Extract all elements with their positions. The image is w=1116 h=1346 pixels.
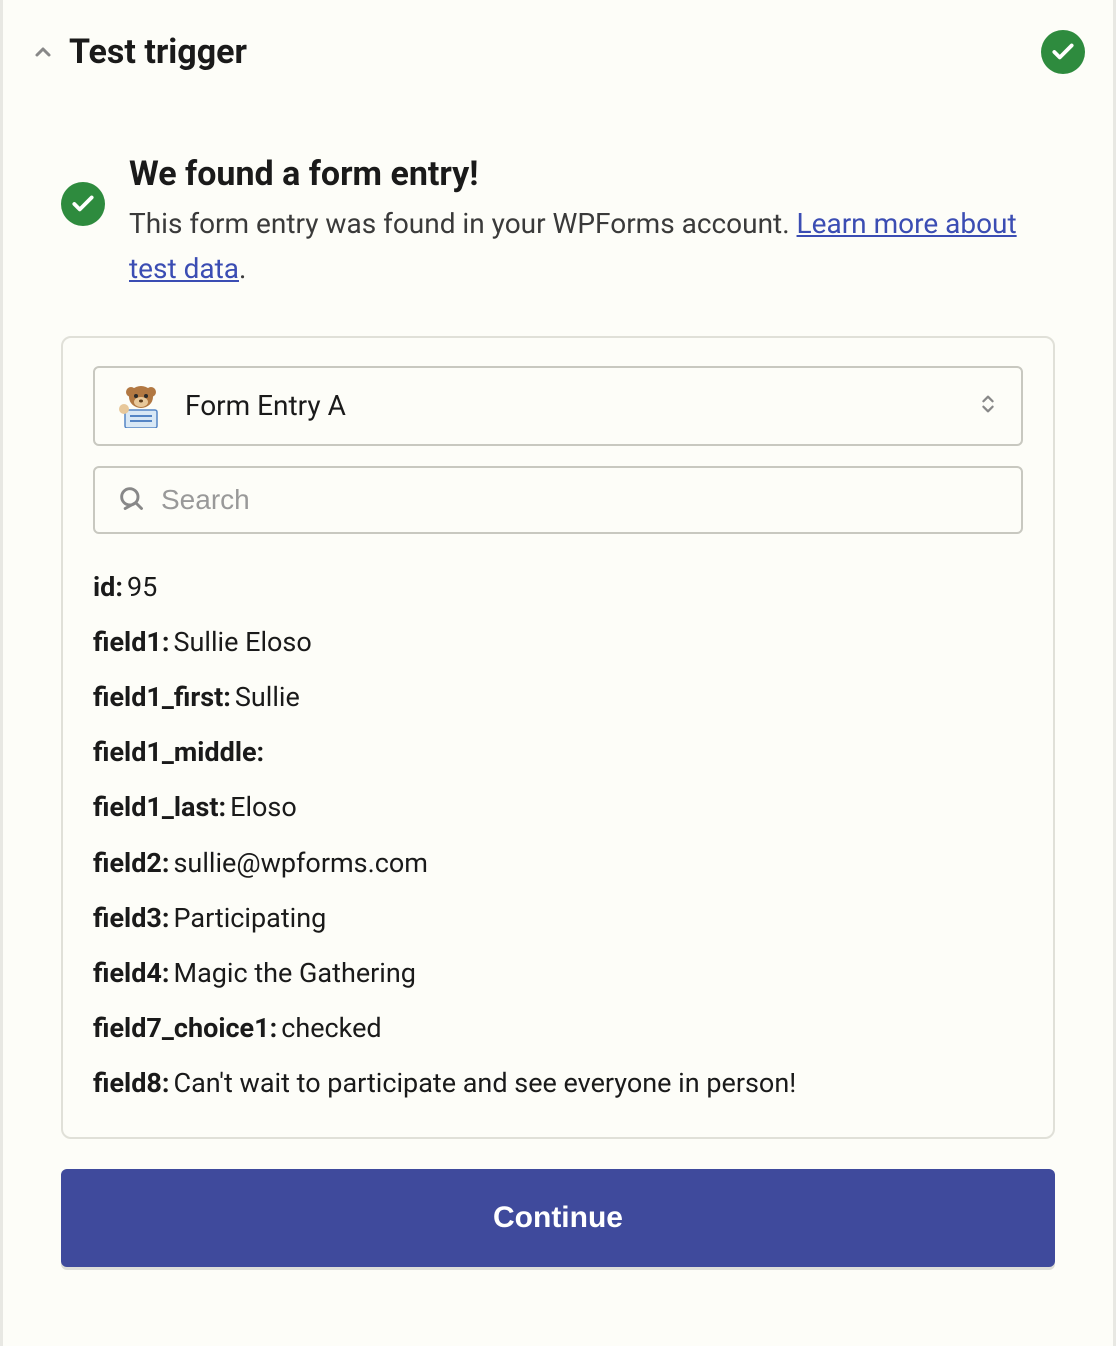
field-row: field8:Can't wait to participate and see… <box>93 1062 1023 1105</box>
chevron-updown-icon <box>977 393 999 419</box>
field-value: checked <box>281 1012 381 1044</box>
field-key: field1_first: <box>93 681 231 713</box>
field-key: field2: <box>93 847 170 879</box>
form-entry-card: Form Entry A id:95 field1:Sullie Eloso f… <box>61 336 1055 1140</box>
found-description-suffix: . <box>239 252 246 285</box>
wpforms-icon <box>117 384 165 428</box>
search-box[interactable] <box>93 466 1023 534</box>
field-key: field3: <box>93 902 170 934</box>
field-key: field8: <box>93 1067 170 1099</box>
field-row: field7_choice1:checked <box>93 1007 1023 1050</box>
field-key: field1_last: <box>93 791 226 823</box>
status-success-icon <box>1041 30 1085 74</box>
chevron-up-icon[interactable] <box>31 40 55 64</box>
field-row: field2:sullie@wpforms.com <box>93 842 1023 885</box>
field-key: field1: <box>93 626 170 658</box>
search-icon <box>117 484 145 516</box>
section-title: Test trigger <box>69 32 247 72</box>
field-value: 95 <box>127 571 157 603</box>
field-value: Eloso <box>230 791 297 823</box>
field-row: field1_middle: <box>93 731 1023 774</box>
search-input[interactable] <box>161 484 999 516</box>
field-row: field1:Sullie Eloso <box>93 621 1023 664</box>
field-value: Sullie Eloso <box>174 626 312 658</box>
field-value: Sullie <box>235 681 300 713</box>
field-row: field4:Magic the Gathering <box>93 952 1023 995</box>
field-list: id:95 field1:Sullie Eloso field1_first:S… <box>93 566 1023 1106</box>
dropdown-selected-label: Form Entry A <box>185 389 346 422</box>
field-row: field3:Participating <box>93 897 1023 940</box>
found-heading: We found a form entry! <box>129 154 1055 194</box>
field-value: Participating <box>174 902 327 934</box>
found-description-prefix: This form entry was found in your WPForm… <box>129 207 797 240</box>
field-key: field7_choice1: <box>93 1012 277 1044</box>
field-key: field1_middle: <box>93 736 264 768</box>
field-key: field4: <box>93 957 170 989</box>
field-key: id: <box>93 571 123 603</box>
form-entry-selector[interactable]: Form Entry A <box>93 366 1023 446</box>
field-value: Can't wait to participate and see everyo… <box>174 1067 797 1099</box>
check-icon <box>61 182 105 226</box>
field-value: sullie@wpforms.com <box>174 847 428 879</box>
continue-button[interactable]: Continue <box>61 1169 1055 1267</box>
field-row: field1_first:Sullie <box>93 676 1023 719</box>
found-entry-message: We found a form entry! This form entry w… <box>31 154 1085 292</box>
found-description: This form entry was found in your WPForm… <box>129 202 1055 292</box>
field-value: Magic the Gathering <box>174 957 416 989</box>
field-row: field1_last:Eloso <box>93 786 1023 829</box>
field-row: id:95 <box>93 566 1023 609</box>
section-header: Test trigger <box>31 30 1085 74</box>
